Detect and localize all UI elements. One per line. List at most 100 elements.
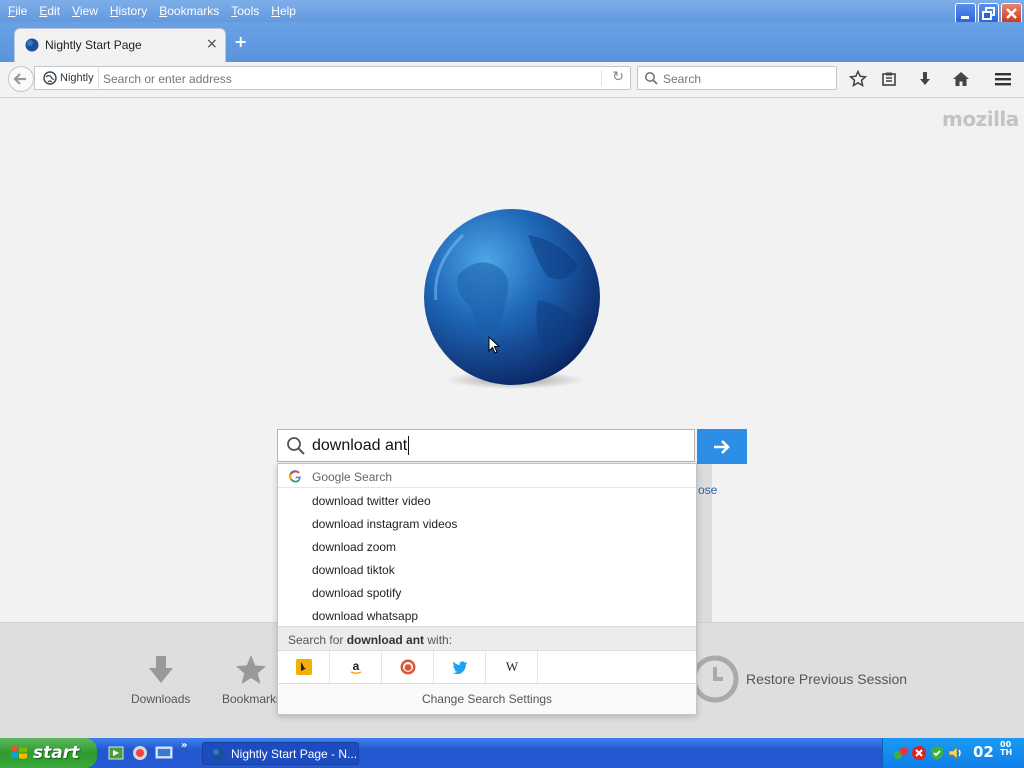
system-tray: 02 00 TH xyxy=(882,738,1024,768)
menu-history[interactable]: History xyxy=(104,4,153,18)
launcher-downloads[interactable] xyxy=(131,654,191,689)
arrow-right-icon xyxy=(714,439,730,454)
search-suggestions-dropdown: Google Search download twitter video dow… xyxy=(277,463,697,715)
clock-suffix: 00 TH xyxy=(1000,741,1012,757)
back-arrow-icon xyxy=(13,73,26,85)
search-with-text: Search for download ant with: xyxy=(288,633,452,647)
volume-icon[interactable] xyxy=(947,745,965,761)
browser-icon xyxy=(133,746,147,760)
duckduckgo-icon xyxy=(400,659,415,675)
search-icon xyxy=(645,72,658,85)
restore-window-button[interactable] xyxy=(978,3,999,24)
engine-twitter-button[interactable] xyxy=(434,651,486,683)
restore-window-icon xyxy=(982,7,995,20)
hamburger-menu-icon xyxy=(995,73,1011,86)
menu-bookmarks[interactable]: Bookmarks xyxy=(153,4,225,18)
search-placeholder: Search xyxy=(663,72,702,86)
search-icon xyxy=(287,437,305,455)
downloads-button[interactable] xyxy=(912,66,938,92)
taskbar-window-nightly[interactable]: Nightly Start Page - N... xyxy=(202,742,359,765)
shield-check-icon[interactable] xyxy=(929,745,945,761)
clock-ordinal: TH xyxy=(1000,748,1013,757)
engine-name: Google Search xyxy=(312,470,393,484)
home-icon xyxy=(953,72,969,86)
identity-label: Nightly xyxy=(60,72,94,84)
tab-title: Nightly Start Page xyxy=(45,38,142,52)
restore-session-button[interactable] xyxy=(691,655,739,706)
menu-button[interactable] xyxy=(990,66,1016,92)
search-go-button[interactable] xyxy=(697,429,747,464)
media-icon xyxy=(108,746,124,760)
search-with-term: download ant xyxy=(346,633,425,647)
choose-link-partial[interactable]: ose xyxy=(698,483,717,497)
security-alert-icon[interactable] xyxy=(911,745,927,761)
menu-file[interactable]: File xyxy=(2,4,33,18)
taskbar xyxy=(0,738,1024,768)
suggestion-item[interactable]: download zoom xyxy=(312,540,396,554)
svg-text:W: W xyxy=(505,659,518,674)
engine-header: Google Search xyxy=(278,464,696,488)
tab-nightly-start-page[interactable]: Nightly Start Page × xyxy=(14,28,226,62)
menu-view[interactable]: View xyxy=(66,4,104,18)
engine-bing-button[interactable] xyxy=(278,651,330,683)
reading-list-button[interactable] xyxy=(876,66,902,92)
quicklaunch-more-icon[interactable]: » xyxy=(181,740,187,751)
show-desktop-icon xyxy=(155,746,173,759)
star-icon xyxy=(849,70,867,88)
launcher-bookmarks-label: Bookmarks xyxy=(222,692,283,706)
engine-wikipedia-button[interactable]: W xyxy=(486,651,538,683)
url-bar[interactable]: Nightly Search or enter address ↻ xyxy=(34,66,631,90)
bookmark-star-button[interactable] xyxy=(845,66,871,92)
search-with-suffix: with: xyxy=(424,633,453,647)
download-arrow-icon xyxy=(149,656,173,683)
suggestion-item[interactable]: download twitter video xyxy=(312,494,431,508)
quicklaunch-browser-icon[interactable] xyxy=(132,745,148,764)
clipboard-icon xyxy=(882,72,896,86)
bing-icon xyxy=(295,659,312,675)
restore-session-label[interactable]: Restore Previous Session xyxy=(746,671,907,687)
download-arrow-icon xyxy=(920,72,930,85)
wikipedia-icon: W xyxy=(505,659,518,674)
site-identity[interactable]: Nightly xyxy=(35,67,99,89)
menu-help[interactable]: Help xyxy=(265,4,302,18)
reload-icon[interactable]: ↻ xyxy=(612,69,624,85)
suggestion-item[interactable]: download whatsapp xyxy=(312,609,418,623)
reload-separator xyxy=(601,70,602,86)
menu-edit[interactable]: Edit xyxy=(33,4,66,18)
restore-session-icon xyxy=(691,655,739,703)
change-search-settings-button[interactable]: Change Search Settings xyxy=(278,683,696,714)
search-with-prefix: Search for xyxy=(288,633,347,647)
start-button[interactable]: start xyxy=(0,738,97,768)
launcher-downloads-label: Downloads xyxy=(131,692,191,706)
quicklaunch-media-icon[interactable] xyxy=(108,745,124,764)
network-icon[interactable] xyxy=(893,745,909,761)
start-page-search-input[interactable]: download ant xyxy=(277,429,695,462)
close-icon xyxy=(1006,8,1017,19)
menu-tools[interactable]: Tools xyxy=(225,4,265,18)
home-button[interactable] xyxy=(948,66,974,92)
nightly-globe-icon xyxy=(211,747,225,760)
twitter-icon xyxy=(452,661,467,674)
start-label: start xyxy=(33,743,80,763)
svg-text:a: a xyxy=(352,659,359,673)
engine-duckduckgo-button[interactable] xyxy=(382,651,434,683)
suggestion-item[interactable]: download spotify xyxy=(312,586,401,600)
url-placeholder: Search or enter address xyxy=(103,72,232,86)
mozilla-logo: mozilla xyxy=(942,107,1019,131)
toolbar-search-input[interactable]: Search xyxy=(637,66,837,90)
clock-time: 02 xyxy=(973,743,994,761)
windows-logo-icon xyxy=(11,746,27,759)
taskbar-window-label: Nightly Start Page - N... xyxy=(231,746,358,761)
minimize-button[interactable] xyxy=(955,3,976,24)
search-with-header: Search for download ant with: xyxy=(278,626,696,651)
suggestion-item[interactable]: download instagram videos xyxy=(312,517,457,531)
suggestion-item[interactable]: download tiktok xyxy=(312,563,395,577)
launcher-bookmarks[interactable] xyxy=(234,654,268,689)
tab-close-button[interactable]: × xyxy=(206,36,218,52)
google-icon xyxy=(289,470,301,483)
new-tab-button[interactable]: + xyxy=(234,32,247,51)
back-button[interactable] xyxy=(8,66,34,92)
quicklaunch-desktop-icon[interactable] xyxy=(155,745,173,764)
engine-amazon-button[interactable]: a xyxy=(330,651,382,683)
close-window-button[interactable] xyxy=(1001,3,1022,24)
